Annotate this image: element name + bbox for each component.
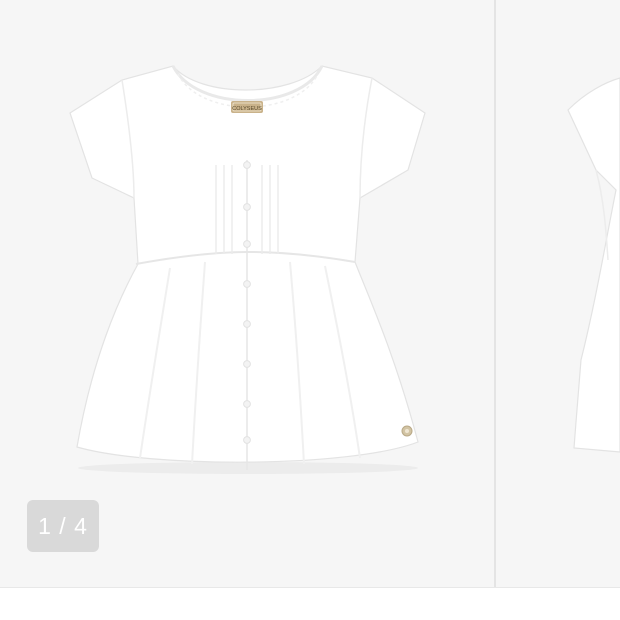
product-photo-white-blouse: COLYSEUS [69,65,426,474]
brand-label-icon: COLYSEUS [231,101,263,113]
brand-tag-text: COLYSEUS [232,106,262,112]
charm-icon [401,425,413,437]
divider [0,587,620,588]
garment-shadow [78,462,418,474]
carousel-slide-2-peek[interactable] [496,0,620,587]
product-image-carousel[interactable]: COLYSEUS 1 / 4 [0,0,620,587]
product-photo-peek [567,77,620,453]
carousel-slide-1[interactable]: COLYSEUS [0,0,494,587]
image-counter-badge: 1 / 4 [27,500,99,552]
image-counter-text: 1 / 4 [38,513,88,539]
